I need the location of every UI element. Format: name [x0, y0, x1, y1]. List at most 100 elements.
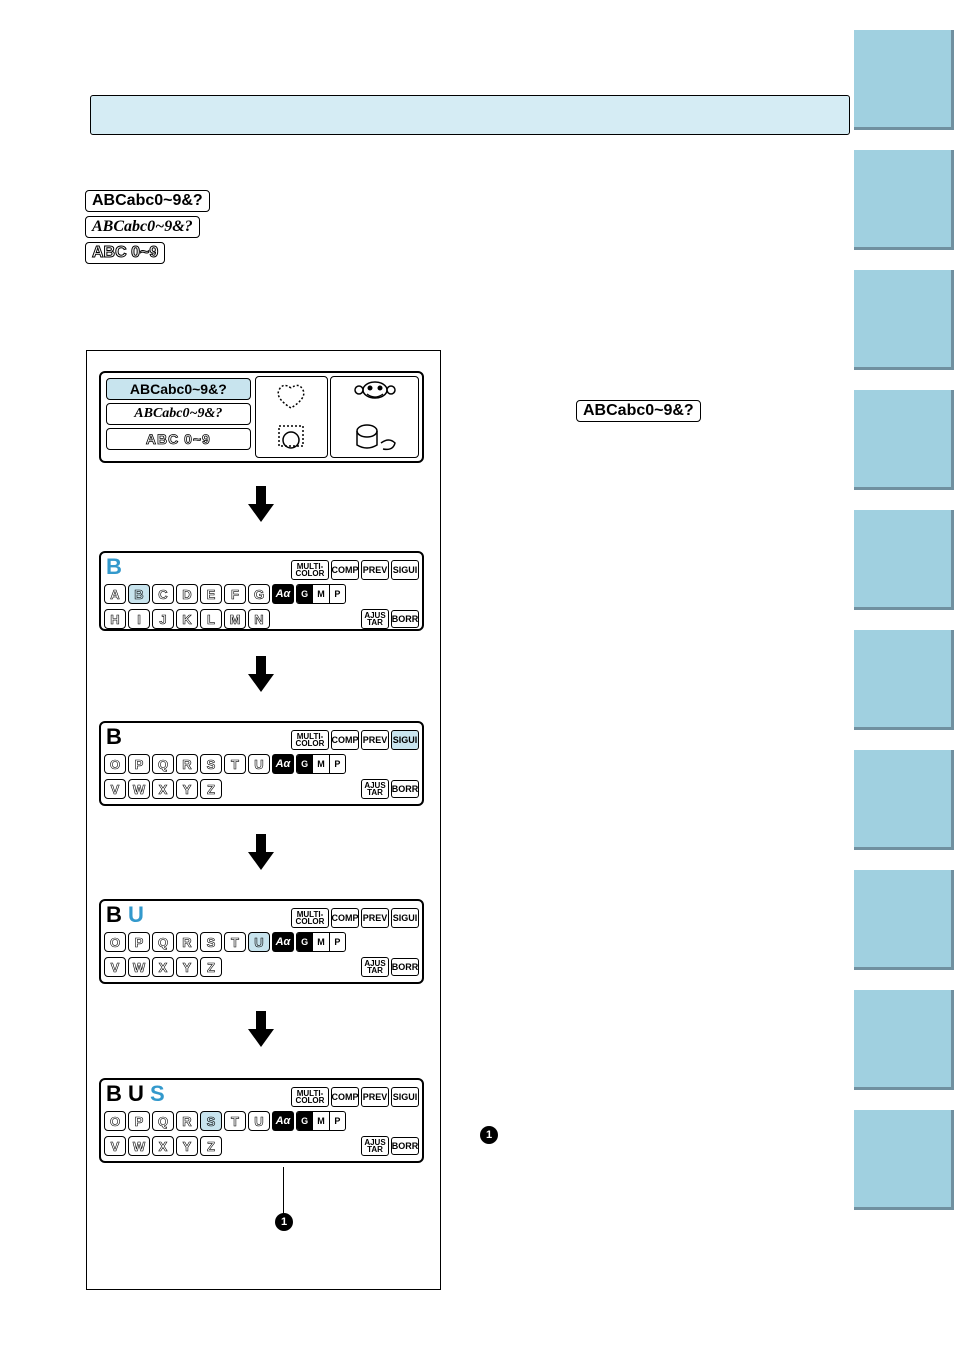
font-option-2[interactable]: ABCabc0~9&?	[106, 403, 251, 425]
side-tab[interactable]	[854, 30, 954, 130]
size-selector[interactable]: GMP	[296, 932, 346, 952]
side-tab[interactable]	[854, 1110, 954, 1210]
prev-button[interactable]: PREV	[361, 560, 389, 580]
letter-key[interactable]: V	[104, 957, 126, 977]
letter-key[interactable]: Y	[176, 1136, 198, 1156]
letter-key[interactable]: Y	[176, 957, 198, 977]
sigui-button[interactable]: SIGUI	[391, 560, 419, 580]
letter-key[interactable]: H	[104, 609, 126, 629]
case-toggle-button[interactable]: Aα	[272, 754, 294, 774]
letter-key[interactable]: M	[224, 609, 246, 629]
letter-key[interactable]: V	[104, 779, 126, 799]
letter-key[interactable]: E	[200, 584, 222, 604]
letter-key[interactable]: S	[200, 1111, 222, 1131]
sigui-button[interactable]: SIGUI	[391, 908, 419, 928]
font-samples: ABCabc0~9&? ABCabc0~9&? ABC 0~9	[85, 190, 210, 268]
side-tab[interactable]	[854, 150, 954, 250]
font-option-3[interactable]: ABC 0~9	[106, 428, 251, 450]
adjust-button[interactable]: AJUSTAR	[361, 1136, 389, 1156]
letter-key[interactable]: P	[128, 754, 150, 774]
arrow-down-icon	[251, 834, 271, 870]
prev-button[interactable]: PREV	[361, 1087, 389, 1107]
size-selector[interactable]: GMP	[296, 754, 346, 774]
comp-button[interactable]: COMP	[331, 1087, 359, 1107]
multicolor-button[interactable]: MULTI-COLOR	[291, 730, 329, 750]
case-toggle-button[interactable]: Aα	[272, 932, 294, 952]
letter-key[interactable]: U	[248, 754, 270, 774]
letter-key[interactable]: Z	[200, 957, 222, 977]
letter-key[interactable]: R	[176, 932, 198, 952]
case-toggle-button[interactable]: Aα	[272, 584, 294, 604]
letter-key[interactable]: P	[128, 932, 150, 952]
letter-key[interactable]: L	[200, 609, 222, 629]
letter-key[interactable]: O	[104, 754, 126, 774]
letter-key[interactable]: Q	[152, 754, 174, 774]
size-selector[interactable]: GMP	[296, 1111, 346, 1131]
multicolor-button[interactable]: MULTI-COLOR	[291, 1087, 329, 1107]
side-tab[interactable]	[854, 870, 954, 970]
letter-key[interactable]: T	[224, 1111, 246, 1131]
letter-key[interactable]: X	[152, 957, 174, 977]
delete-button[interactable]: BORR	[391, 958, 419, 976]
letter-key[interactable]: P	[128, 1111, 150, 1131]
letter-key[interactable]: A	[104, 584, 126, 604]
font-option-1[interactable]: ABCabc0~9&?	[106, 378, 251, 400]
adjust-button[interactable]: AJUSTAR	[361, 779, 389, 799]
design-option[interactable]	[330, 376, 419, 458]
frame-option[interactable]	[255, 376, 329, 458]
multicolor-button[interactable]: MULTI-COLOR	[291, 560, 329, 580]
letter-key[interactable]: X	[152, 1136, 174, 1156]
letter-key[interactable]: S	[200, 932, 222, 952]
letter-key[interactable]: O	[104, 932, 126, 952]
letter-key[interactable]: F	[224, 584, 246, 604]
side-tab[interactable]	[854, 390, 954, 490]
letter-key[interactable]: U	[248, 1111, 270, 1131]
letter-key[interactable]: N	[248, 609, 270, 629]
letter-key[interactable]: K	[176, 609, 198, 629]
letter-key[interactable]: Q	[152, 1111, 174, 1131]
comp-button[interactable]: COMP	[331, 730, 359, 750]
side-tab[interactable]	[854, 750, 954, 850]
letter-key[interactable]: O	[104, 1111, 126, 1131]
letter-key[interactable]: U	[248, 932, 270, 952]
letter-key[interactable]: B	[128, 584, 150, 604]
delete-button[interactable]: BORR	[391, 610, 419, 628]
letter-key[interactable]: T	[224, 754, 246, 774]
letter-key[interactable]: T	[224, 932, 246, 952]
sigui-button[interactable]: SIGUI	[391, 730, 419, 750]
letter-key[interactable]: I	[128, 609, 150, 629]
sigui-button[interactable]: SIGUI	[391, 1087, 419, 1107]
delete-button[interactable]: BORR	[391, 1137, 419, 1155]
letter-key[interactable]: R	[176, 754, 198, 774]
comp-button[interactable]: COMP	[331, 560, 359, 580]
letter-key[interactable]: Z	[200, 1136, 222, 1156]
size-selector[interactable]: GMP	[296, 584, 346, 604]
letter-key[interactable]: J	[152, 609, 174, 629]
letter-key[interactable]: V	[104, 1136, 126, 1156]
letter-key[interactable]: X	[152, 779, 174, 799]
letter-key[interactable]: W	[128, 779, 150, 799]
letter-key[interactable]: W	[128, 957, 150, 977]
side-tab[interactable]	[854, 630, 954, 730]
case-toggle-button[interactable]: Aα	[272, 1111, 294, 1131]
letter-key[interactable]: Z	[200, 779, 222, 799]
delete-button[interactable]: BORR	[391, 780, 419, 798]
side-tab[interactable]	[854, 510, 954, 610]
comp-button[interactable]: COMP	[331, 908, 359, 928]
letter-key[interactable]: S	[200, 754, 222, 774]
side-tab[interactable]	[854, 270, 954, 370]
letter-key[interactable]: G	[248, 584, 270, 604]
letter-key[interactable]: Y	[176, 779, 198, 799]
side-tab[interactable]	[854, 990, 954, 1090]
adjust-button[interactable]: AJUSTAR	[361, 609, 389, 629]
letter-key[interactable]: D	[176, 584, 198, 604]
prev-button[interactable]: PREV	[361, 908, 389, 928]
letter-key[interactable]: R	[176, 1111, 198, 1131]
letter-key[interactable]: W	[128, 1136, 150, 1156]
letter-key[interactable]: C	[152, 584, 174, 604]
prev-button[interactable]: PREV	[361, 730, 389, 750]
adjust-button[interactable]: AJUSTAR	[361, 957, 389, 977]
multicolor-button[interactable]: MULTI-COLOR	[291, 908, 329, 928]
letter-key[interactable]: Q	[152, 932, 174, 952]
arrow-down-icon	[251, 656, 271, 692]
